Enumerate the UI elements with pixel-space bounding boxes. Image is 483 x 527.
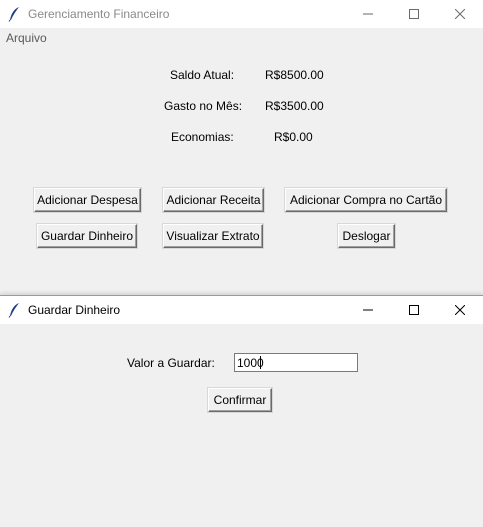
adicionar-compra-cartao-button[interactable]: Adicionar Compra no Cartão — [285, 188, 447, 212]
dialog-title: Guardar Dinheiro — [28, 303, 121, 317]
gasto-mes-value: R$3500.00 — [265, 99, 324, 113]
saldo-atual-value: R$8500.00 — [265, 68, 324, 82]
visualizar-extrato-button[interactable]: Visualizar Extrato — [163, 224, 263, 248]
saldo-atual-label: Saldo Atual: — [170, 68, 235, 82]
dialog-titlebar[interactable]: Guardar Dinheiro — [0, 296, 483, 324]
confirmar-button[interactable]: Confirmar — [208, 388, 272, 412]
adicionar-receita-button[interactable]: Adicionar Receita — [163, 188, 264, 212]
maximize-icon[interactable] — [391, 0, 437, 28]
minimize-icon[interactable] — [345, 0, 391, 28]
guardar-dinheiro-dialog: Guardar Dinheiro Valor a Guardar: Confir… — [0, 295, 483, 527]
valor-guardar-input[interactable] — [234, 353, 358, 372]
maximize-icon[interactable] — [391, 296, 437, 324]
menubar: Arquivo — [0, 28, 483, 48]
close-icon[interactable] — [437, 296, 483, 324]
adicionar-despesa-button[interactable]: Adicionar Despesa — [34, 188, 141, 212]
economias-value: R$0.00 — [274, 130, 313, 144]
valor-guardar-label: Valor a Guardar: — [127, 356, 215, 370]
main-window: Gerenciamento Financeiro Arquivo Saldo A… — [0, 0, 483, 296]
main-window-title: Gerenciamento Financeiro — [28, 7, 170, 21]
feather-icon — [8, 302, 22, 318]
text-caret — [260, 356, 261, 369]
feather-icon — [8, 6, 22, 22]
close-icon[interactable] — [437, 0, 483, 28]
main-titlebar[interactable]: Gerenciamento Financeiro — [0, 0, 483, 28]
gasto-mes-label: Gasto no Mês: — [164, 99, 243, 113]
minimize-icon[interactable] — [345, 296, 391, 324]
menu-arquivo[interactable]: Arquivo — [6, 31, 47, 45]
deslogar-button[interactable]: Deslogar — [338, 224, 395, 248]
economias-label: Economias: — [171, 130, 234, 144]
guardar-dinheiro-button[interactable]: Guardar Dinheiro — [37, 224, 137, 248]
